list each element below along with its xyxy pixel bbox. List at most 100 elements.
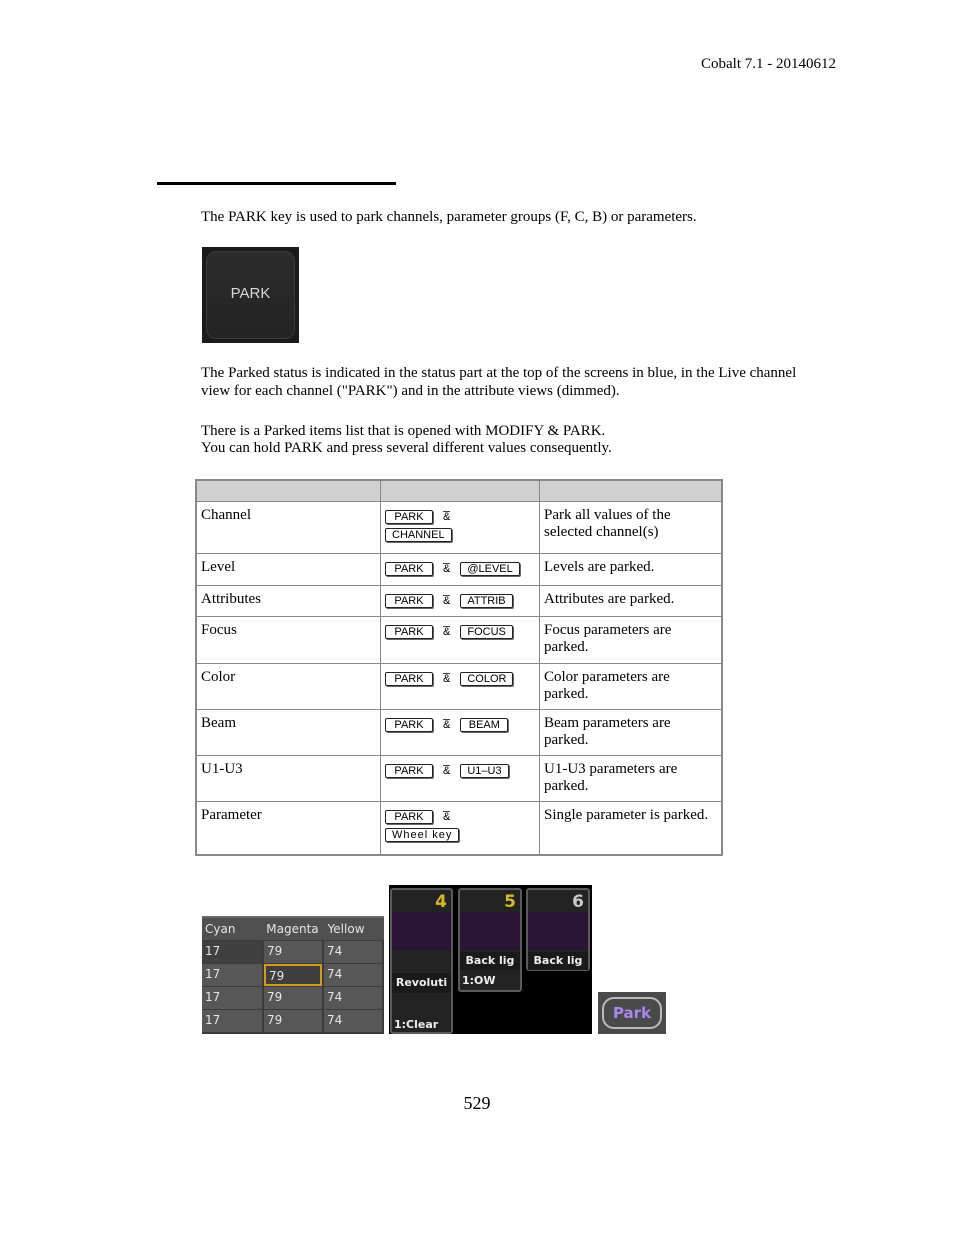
item-cell: Channel	[195, 501, 381, 554]
header-yellow: Yellow	[327, 922, 365, 936]
cmy-row: 17 79 74	[202, 987, 384, 1009]
description-cell: Park all values of the selected channel(…	[539, 501, 723, 554]
second-keycap: Wheel key	[385, 828, 460, 842]
keys-cell: PARK & BEAM	[380, 709, 540, 756]
tile-name: Back lig	[460, 952, 520, 970]
and-symbol: &	[443, 811, 451, 823]
park-keycap: PARK	[385, 718, 433, 732]
cmy-header-row: Cyan Magenta Yellow	[202, 916, 384, 940]
park-key-label: PARK	[230, 285, 271, 302]
and-symbol: &	[443, 511, 451, 523]
item-cell: Beam	[195, 709, 381, 756]
table-row: Parameter PARK & Wheel key Single parameter …	[195, 801, 723, 855]
park-keycap: PARK	[385, 764, 433, 778]
table-header-row	[195, 479, 723, 502]
keys-cell: PARK & Wheel key	[380, 801, 540, 855]
description-cell: Beam parameters are parked.	[539, 709, 723, 756]
item-cell: Level	[195, 553, 381, 586]
and-symbol: &	[443, 673, 451, 685]
tile-name: Revoluti	[392, 973, 451, 993]
keys-cell: PARK & @LEVEL	[380, 553, 540, 586]
keys-cell: PARK & FOCUS	[380, 616, 540, 664]
table-row: Color PARK & COLOR Color parameters are park…	[195, 663, 723, 710]
header-cell	[539, 479, 723, 502]
tile-value: 1:OW	[462, 974, 496, 987]
magenta-cell[interactable]: 79	[264, 1010, 322, 1032]
list-paragraph-line1: There is a Parked items list that is ope…	[201, 423, 606, 439]
table-row: Level PARK & @LEVEL Levels are parked.	[195, 553, 723, 586]
second-keycap: @LEVEL	[460, 562, 520, 576]
tile-color-swatch	[460, 912, 520, 950]
park-keycap: PARK	[385, 562, 433, 576]
status-paragraph-line1: The Parked status is indicated in the st…	[201, 365, 797, 381]
yellow-cell[interactable]: 74	[324, 941, 382, 963]
tile-name: Back lig	[528, 952, 588, 970]
park-keycap: PARK	[385, 594, 433, 608]
keys-cell: PARK & COLOR	[380, 663, 540, 710]
tile-number: 4	[435, 892, 447, 912]
table-row: Attributes PARK & ATTRIB Attributes are park…	[195, 585, 723, 617]
item-cell: U1-U3	[195, 755, 381, 802]
list-paragraph-line2: You can hold PARK and press several diff…	[201, 440, 612, 456]
table-row: Channel PARK & CHANNEL Park all values of th…	[195, 501, 723, 554]
fixture-tile-4[interactable]: 4 Revoluti 1:Clear	[390, 888, 453, 1034]
tile-number: 6	[572, 892, 584, 912]
cmy-attribute-view: Cyan Magenta Yellow 17 79 74 17 79 74 17 79 74 17…	[202, 916, 384, 1034]
magenta-cell[interactable]: 79	[264, 941, 322, 963]
and-symbol: &	[443, 563, 451, 575]
description-cell: U1-U3 parameters are parked.	[539, 755, 723, 802]
page-number: 529	[463, 1093, 491, 1113]
park-badge-label: Park	[602, 997, 662, 1029]
park-keycap: PARK	[385, 510, 433, 524]
cyan-cell[interactable]: 17	[202, 987, 262, 1009]
description-cell: Focus parameters are parked.	[539, 616, 723, 664]
tile-number: 5	[504, 892, 516, 912]
table-row: Focus PARK & FOCUS Focus parameters are park…	[195, 616, 723, 664]
and-symbol: &	[443, 626, 451, 638]
description-cell: Attributes are parked.	[539, 585, 723, 617]
yellow-cell[interactable]: 74	[324, 1010, 382, 1032]
header-cyan: Cyan	[205, 922, 236, 936]
park-status-badge: Park	[598, 992, 666, 1034]
park-keycap: PARK	[385, 810, 433, 824]
second-keycap: FOCUS	[460, 625, 513, 639]
item-cell: Color	[195, 663, 381, 710]
park-key-image: PARK	[202, 247, 299, 343]
and-symbol: &	[443, 765, 451, 777]
tile-color-swatch	[392, 912, 451, 950]
description-cell: Color parameters are parked.	[539, 663, 723, 710]
header-cell	[195, 479, 381, 502]
status-paragraph-line2: view for each channel ("PARK") and in th…	[201, 383, 620, 399]
second-keycap: ATTRIB	[460, 594, 513, 608]
keys-cell: PARK & ATTRIB	[380, 585, 540, 617]
tile-color-swatch	[528, 912, 588, 950]
cyan-cell[interactable]: 17	[202, 1010, 262, 1032]
description-cell: Levels are parked.	[539, 553, 723, 586]
item-cell: Attributes	[195, 585, 381, 617]
yellow-cell[interactable]: 74	[324, 987, 382, 1009]
park-keycap: PARK	[385, 672, 433, 686]
intro-paragraph: The PARK key is used to park channels, p…	[201, 209, 697, 225]
park-keys-table: Channel PARK & CHANNEL Park all values of th…	[195, 479, 723, 856]
cmy-row: 17 79 74	[202, 941, 384, 963]
yellow-cell[interactable]: 74	[324, 964, 382, 986]
cyan-cell[interactable]: 17	[202, 941, 262, 963]
item-cell: Focus	[195, 616, 381, 664]
tile-value: 1:Clear	[394, 1018, 439, 1031]
table-row: Beam PARK & BEAM Beam parameters are parked.	[195, 709, 723, 756]
fixture-tile-5[interactable]: 5 Back lig 1:OW	[458, 888, 522, 992]
item-cell: Parameter	[195, 801, 381, 855]
magenta-cell[interactable]: 79	[264, 964, 322, 986]
cyan-cell[interactable]: 17	[202, 964, 262, 986]
cmy-row: 17 79 74	[202, 1010, 384, 1032]
keys-cell: PARK & U1–U3	[380, 755, 540, 802]
section-rule	[157, 182, 396, 185]
doc-version-header: Cobalt 7.1 - 20140612	[701, 56, 836, 72]
second-keycap: COLOR	[460, 672, 514, 686]
second-keycap: CHANNEL	[385, 528, 452, 542]
description-cell: Single parameter is parked.	[539, 801, 723, 855]
magenta-cell[interactable]: 79	[264, 987, 322, 1009]
keys-cell: PARK & CHANNEL	[380, 501, 540, 554]
park-keycap: PARK	[385, 625, 433, 639]
fixture-tile-6[interactable]: 6 Back lig	[526, 888, 590, 971]
